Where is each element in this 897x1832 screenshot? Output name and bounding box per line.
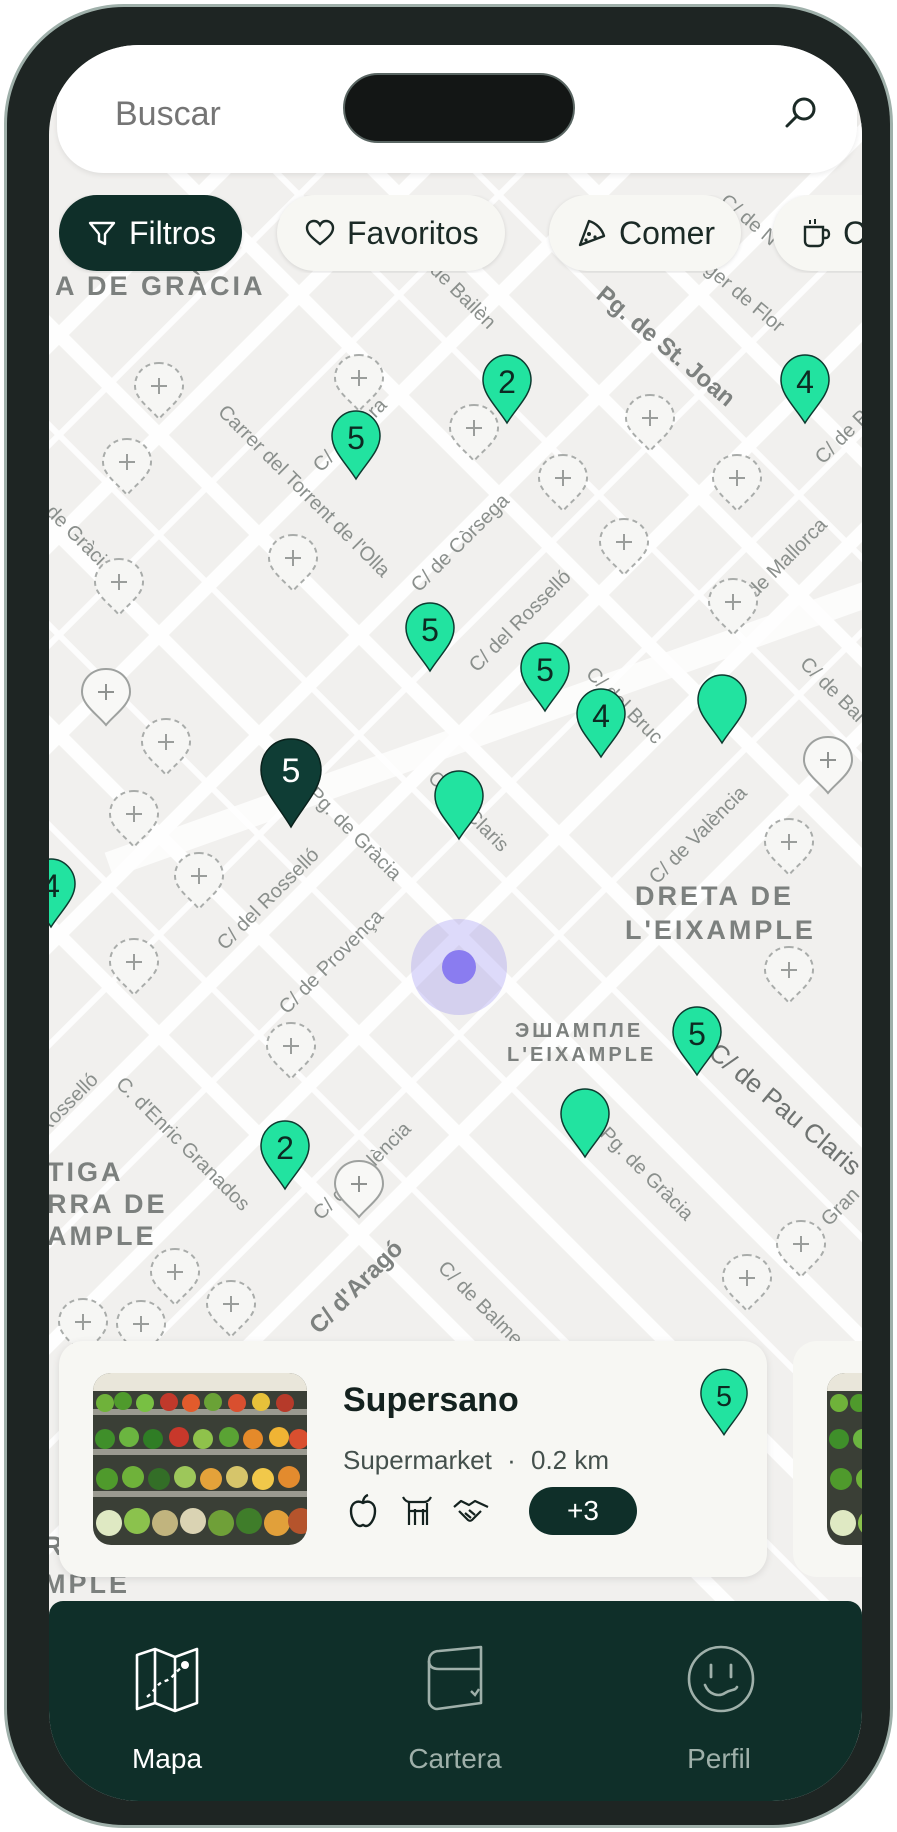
user-location-marker: [411, 919, 507, 1015]
street-label: C/ de Còrsega: [407, 489, 514, 596]
coffee-cup-icon: [803, 219, 831, 248]
search-input[interactable]: [115, 95, 275, 134]
cluster-pin[interactable]: 5: [331, 410, 381, 480]
place-photo: [93, 1373, 307, 1545]
tab-label: Perfil: [687, 1743, 751, 1774]
tab-wallet[interactable]: Cartera: [355, 1601, 555, 1801]
cow-icon: [402, 1496, 432, 1525]
chip-label: Favoritos: [347, 214, 479, 251]
smiley-icon: [687, 1645, 755, 1713]
tab-profile[interactable]: Perfil: [619, 1601, 819, 1801]
pizza-icon: [578, 219, 606, 247]
chip-label: Filtros: [129, 214, 217, 251]
cafe-chip[interactable]: Ca: [773, 195, 862, 271]
apple-icon: [349, 1493, 377, 1528]
eat-chip[interactable]: Comer: [549, 195, 742, 271]
cluster-count: 5: [536, 652, 554, 688]
favorites-chip[interactable]: Favoritos: [277, 195, 505, 271]
meta-separator: ·: [507, 1445, 516, 1475]
phone-frame: A DE GRÀCIA DRETA DE L'EIXAMPLE ЭШАМПЛЕ …: [4, 4, 893, 1828]
cluster-count: 5: [347, 420, 365, 456]
tab-label: Cartera: [408, 1743, 502, 1774]
cluster-count: 2: [276, 1130, 294, 1166]
cluster-count: 4: [796, 364, 814, 400]
map-icon: [135, 1647, 199, 1713]
handshake-icon: [453, 1499, 489, 1522]
filter-chips: Filtros Favoritos Comer Ca: [59, 195, 862, 273]
district-label: RRA DE: [49, 1189, 168, 1219]
district-label: AMPLE: [49, 1221, 157, 1251]
place-meta: Supermarket · 0.2 km: [343, 1445, 609, 1476]
filters-chip[interactable]: Filtros: [59, 195, 243, 271]
wallet-icon: [427, 1645, 483, 1711]
street-label: Pg. de Gràcia: [595, 1123, 698, 1226]
cluster-pin[interactable]: 5: [405, 602, 455, 672]
cluster-count: 5: [688, 1016, 706, 1052]
chip-label: Ca: [843, 214, 862, 251]
cluster-count: 4: [592, 698, 610, 734]
bottom-tab-bar: Mapa Cartera Perfil: [49, 1601, 862, 1801]
street-label: Pg. de St. Joan: [591, 281, 740, 412]
cluster-count: 5: [282, 752, 301, 790]
more-attributes-badge[interactable]: +3: [529, 1487, 637, 1535]
place-title: Supersano: [343, 1381, 519, 1419]
street-label: C/ d'Aragó: [304, 1235, 408, 1339]
place-distance: 0.2 km: [530, 1445, 610, 1475]
search-icon[interactable]: [781, 93, 821, 133]
district-label: L'EIXAMPLE: [625, 915, 816, 945]
district-label: L'EIXAMPLE: [507, 1044, 656, 1066]
cluster-count: 5: [421, 612, 439, 648]
place-category: Supermarket: [343, 1445, 492, 1475]
district-label: A DE GRÀCIA: [55, 270, 266, 301]
tab-map[interactable]: Mapa: [67, 1601, 267, 1801]
cluster-count: 4: [49, 868, 60, 904]
street-label: Gran: [817, 1184, 862, 1231]
place-photo: [827, 1373, 862, 1545]
place-card[interactable]: Supersano Supermarket · 0.2 km +3 5: [59, 1341, 767, 1577]
cluster-pin[interactable]: 4: [576, 688, 626, 758]
tab-label: Mapa: [131, 1743, 203, 1774]
app-screen: A DE GRÀCIA DRETA DE L'EIXAMPLE ЭШАМПЛЕ …: [49, 45, 862, 1801]
next-place-card[interactable]: [793, 1341, 862, 1577]
cluster-count: 2: [498, 364, 516, 400]
heart-icon: [305, 219, 335, 246]
dynamic-island: [343, 73, 575, 143]
place-count-pin: 5: [700, 1368, 748, 1437]
chip-label: Comer: [619, 214, 716, 251]
district-label: ЭШАМПЛЕ: [515, 1020, 643, 1042]
district-label: TIGA: [49, 1157, 124, 1187]
place-count: 5: [716, 1381, 732, 1413]
filter-icon: [88, 221, 116, 246]
